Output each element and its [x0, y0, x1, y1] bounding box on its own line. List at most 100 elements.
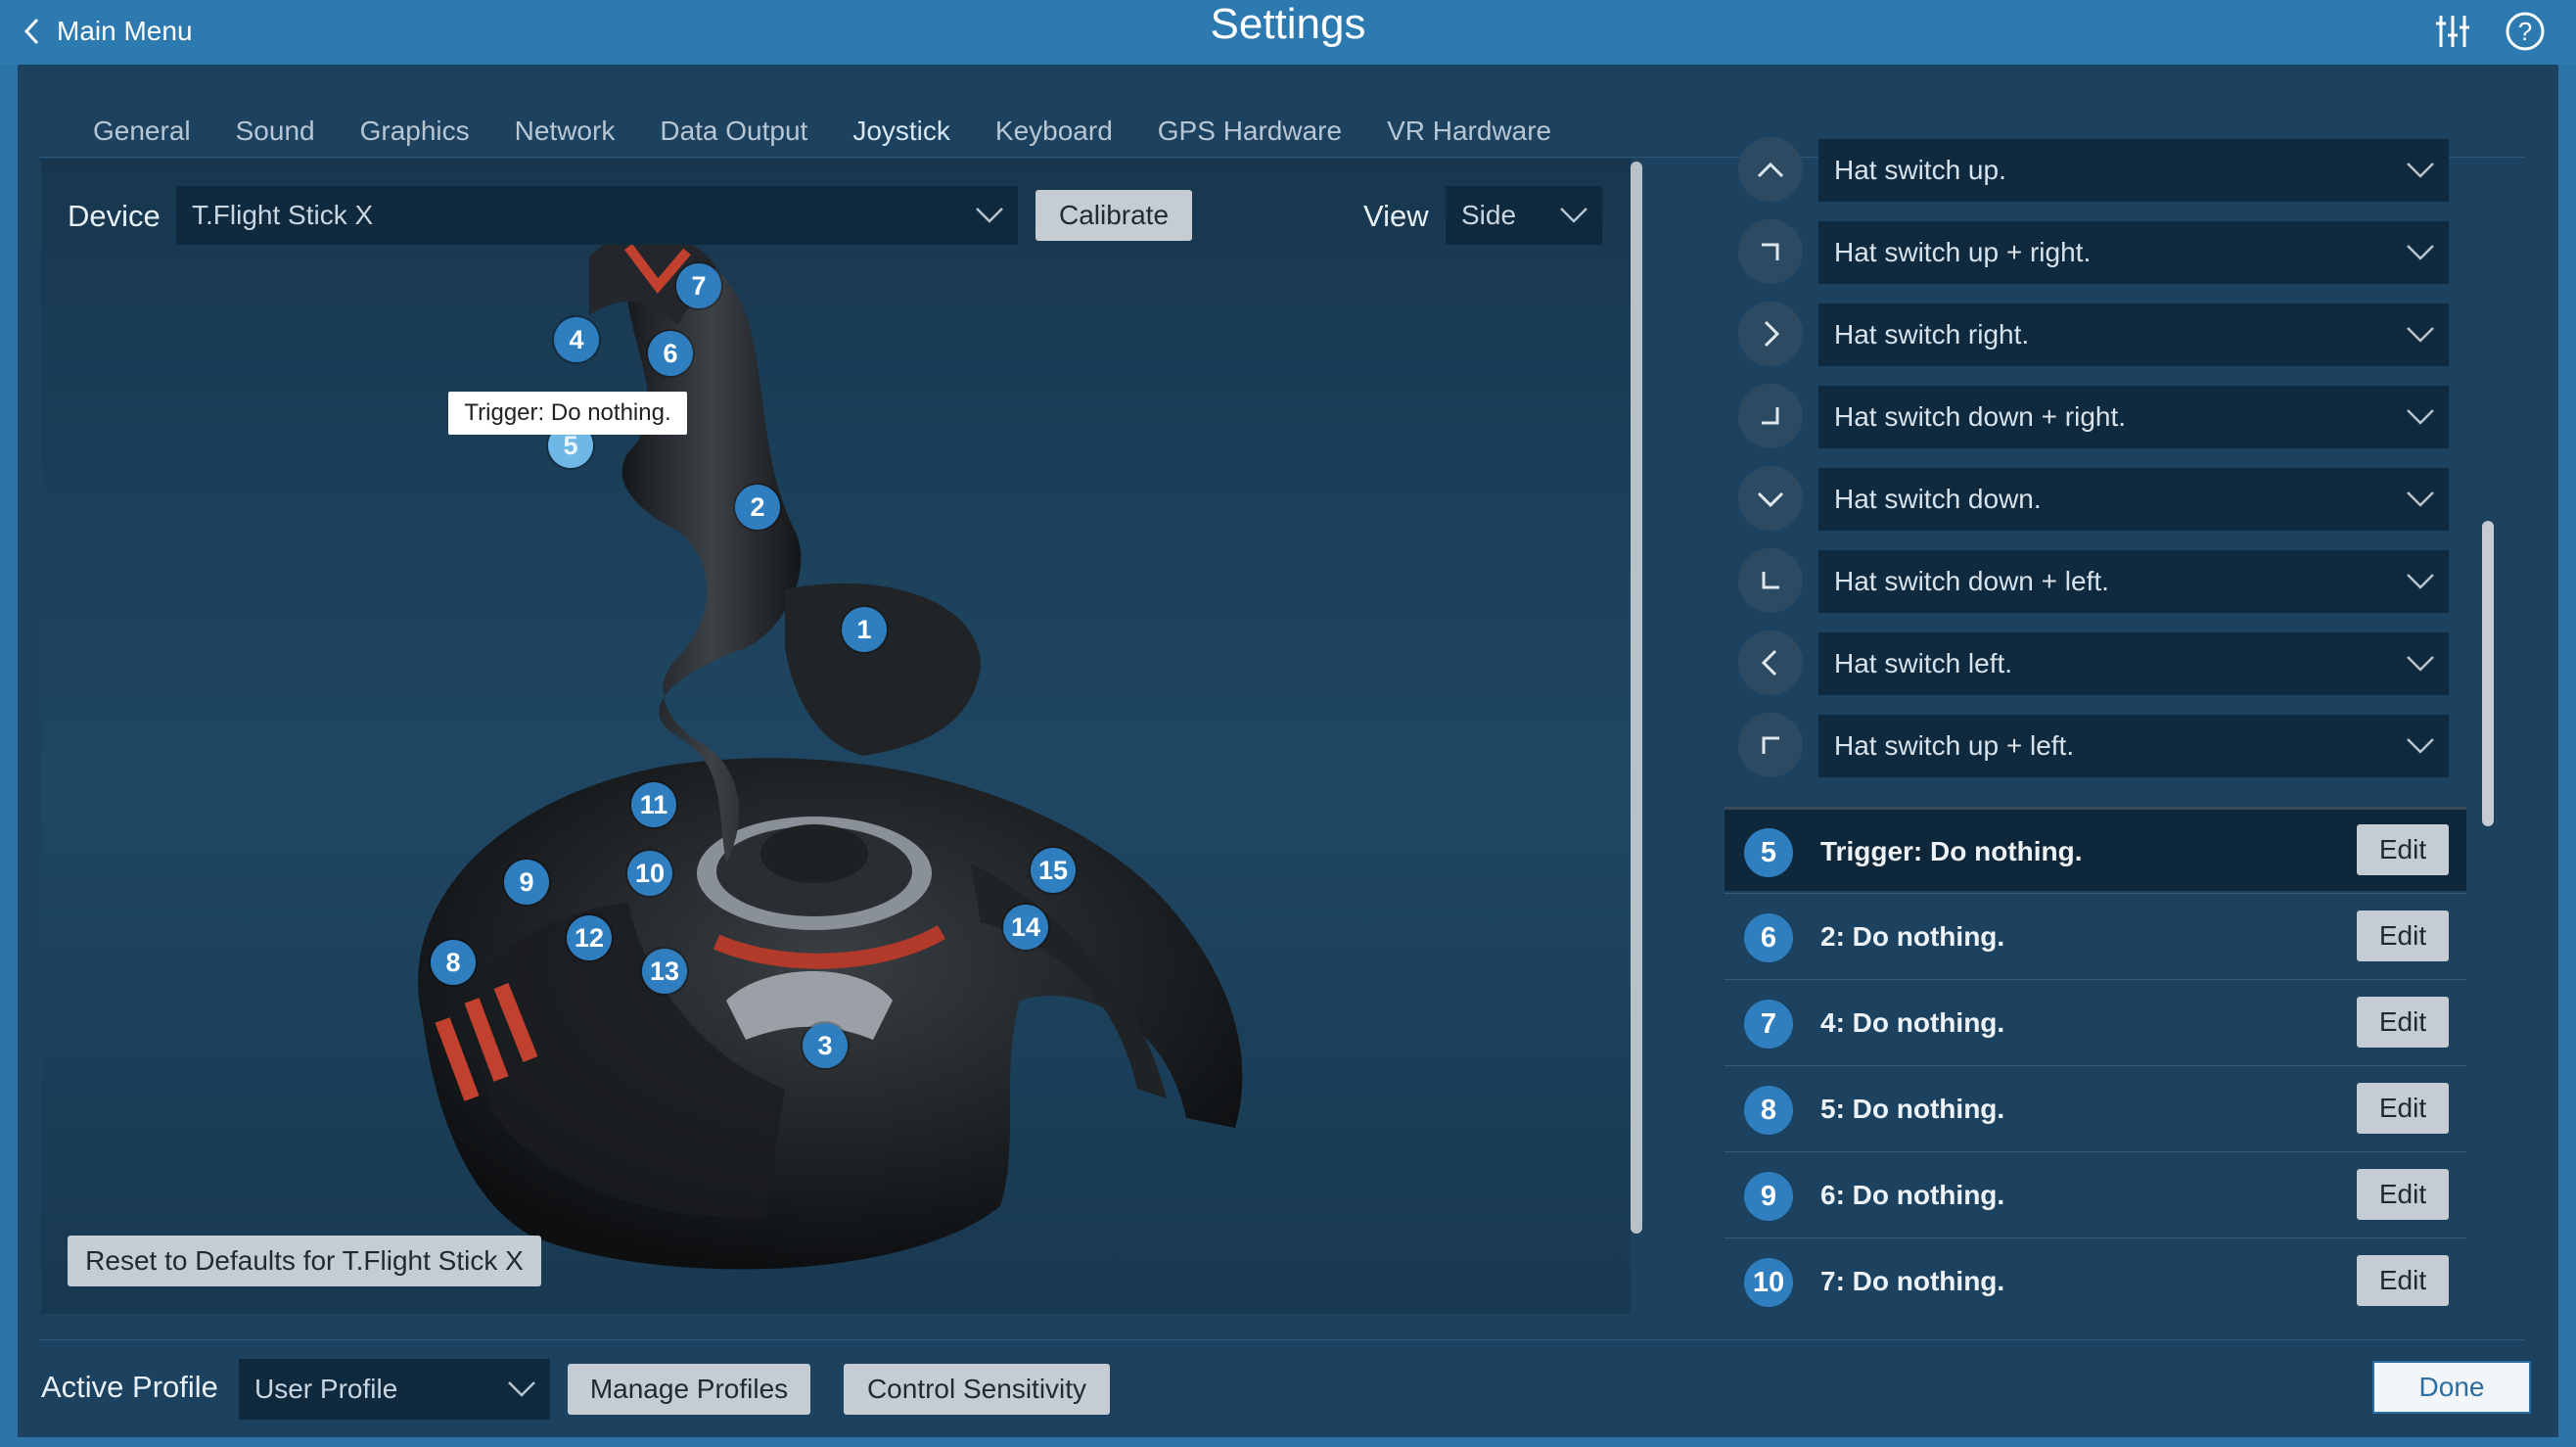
hat-down-right-button[interactable] — [1738, 384, 1803, 448]
pin-1[interactable]: 1 — [842, 607, 887, 652]
pin-12[interactable]: 12 — [567, 915, 612, 960]
reset-defaults-button[interactable]: Reset to Defaults for T.Flight Stick X — [68, 1236, 541, 1286]
assignment-row[interactable]: 10 7: Do nothing. — [1725, 1239, 2466, 1324]
calibrate-button[interactable]: Calibrate — [1035, 190, 1192, 241]
assignment-text: 4: Do nothing. — [1820, 1007, 2005, 1038]
help-icon[interactable]: ? — [2504, 10, 2547, 53]
edit-button[interactable]: Edit — [2357, 1083, 2449, 1134]
chevron-down-icon — [2407, 163, 2434, 178]
chevron-down-icon — [2407, 245, 2434, 260]
control-sensitivity-button[interactable]: Control Sensitivity — [844, 1364, 1110, 1415]
hat-row-left: Hat switch left. — [1738, 630, 2453, 695]
assignment-row[interactable]: 8 5: Do nothing. — [1725, 1067, 2466, 1151]
edit-button[interactable]: Edit — [2357, 1169, 2449, 1220]
assignment-text: 2: Do nothing. — [1820, 921, 2005, 952]
hat-right-value: Hat switch right. — [1834, 319, 2030, 350]
hat-left-select[interactable]: Hat switch left. — [1818, 632, 2449, 695]
hat-down-left-select[interactable]: Hat switch down + left. — [1818, 550, 2449, 613]
row-divider — [1725, 893, 2466, 894]
hat-row-up-left: Hat switch up + left. — [1738, 713, 2453, 777]
view-label: View — [1363, 199, 1429, 233]
hat-row-right: Hat switch right. — [1738, 302, 2453, 366]
corner-down-right-icon — [1762, 407, 1779, 425]
corner-up-right-icon — [1762, 243, 1779, 260]
pin-7[interactable]: 7 — [676, 263, 721, 308]
pin-2[interactable]: 2 — [735, 485, 780, 530]
svg-text:?: ? — [2518, 17, 2532, 46]
pin-3[interactable]: 3 — [803, 1023, 848, 1068]
pin-4[interactable]: 4 — [554, 317, 599, 362]
pin-9[interactable]: 9 — [504, 860, 549, 905]
sliders-icon[interactable] — [2431, 10, 2474, 53]
pin-6[interactable]: 6 — [648, 331, 693, 376]
hat-up-right-select[interactable]: Hat switch up + right. — [1818, 221, 2449, 284]
view-select[interactable]: Side — [1446, 186, 1602, 245]
pin-15[interactable]: 15 — [1031, 848, 1076, 893]
manage-profiles-button[interactable]: Manage Profiles — [568, 1364, 810, 1415]
hat-row-down-left: Hat switch down + left. — [1738, 548, 2453, 613]
viewer-scrollbar[interactable] — [1631, 162, 1642, 1234]
hat-row-up-right: Hat switch up + right. — [1738, 219, 2453, 284]
hat-down-left-value: Hat switch down + left. — [1834, 566, 2109, 596]
done-button[interactable]: Done — [2372, 1361, 2531, 1414]
chevron-down-icon — [2407, 738, 2434, 754]
joystick-viewer: 1 2 3 4 5 6 7 8 9 10 11 12 13 14 15 — [41, 159, 1631, 1314]
hat-up-right-button[interactable] — [1738, 219, 1803, 284]
profile-select-value: User Profile — [254, 1374, 398, 1404]
assignment-text: 6: Do nothing. — [1820, 1180, 2005, 1210]
assignment-row[interactable]: 5 Trigger: Do nothing. — [1725, 807, 2466, 891]
hat-right-select[interactable]: Hat switch right. — [1818, 303, 2449, 366]
assignment-row[interactable]: 7 4: Do nothing. — [1725, 981, 2466, 1065]
chevron-down-icon — [2407, 574, 2434, 589]
device-select[interactable]: T.Flight Stick X — [176, 186, 1018, 245]
hat-left-value: Hat switch left. — [1834, 648, 2013, 678]
pin-8[interactable]: 8 — [431, 940, 476, 985]
edit-button[interactable]: Edit — [2357, 910, 2449, 961]
button-number-badge: 7 — [1744, 1000, 1793, 1049]
pin-14[interactable]: 14 — [1003, 905, 1048, 950]
hat-down-button[interactable] — [1738, 466, 1803, 531]
hat-up-left-select[interactable]: Hat switch up + left. — [1818, 715, 2449, 777]
profile-select[interactable]: User Profile — [239, 1359, 550, 1420]
corner-up-left-icon — [1762, 736, 1779, 754]
active-profile-label: Active Profile — [41, 1370, 218, 1404]
chevron-down-icon — [508, 1381, 535, 1397]
device-select-value: T.Flight Stick X — [192, 200, 374, 230]
assignment-row[interactable]: 9 6: Do nothing. — [1725, 1153, 2466, 1237]
pin-10[interactable]: 10 — [627, 851, 672, 896]
assignment-row[interactable]: 6 2: Do nothing. — [1725, 895, 2466, 979]
assignment-text: 5: Do nothing. — [1820, 1094, 2005, 1124]
page-title: Settings — [1210, 0, 1366, 48]
chevron-down-icon — [2407, 656, 2434, 672]
device-label: Device — [68, 199, 161, 233]
edit-button[interactable]: Edit — [2357, 1255, 2449, 1306]
button-number-badge: 6 — [1744, 913, 1793, 962]
pin-13[interactable]: 13 — [642, 949, 687, 994]
chevron-down-icon — [1560, 208, 1587, 223]
edit-button[interactable]: Edit — [2357, 824, 2449, 875]
hat-up-left-button[interactable] — [1738, 713, 1803, 777]
edit-button[interactable]: Edit — [2357, 997, 2449, 1048]
hat-left-button[interactable] — [1738, 630, 1803, 695]
assignments-scrollbar[interactable] — [2482, 521, 2494, 826]
assignment-text: Trigger: Do nothing. — [1820, 836, 2083, 866]
pin-11[interactable]: 11 — [631, 782, 676, 827]
row-divider — [1725, 1065, 2466, 1066]
hat-row-up: Hat switch up. — [1738, 137, 2453, 202]
hat-down-select[interactable]: Hat switch down. — [1818, 468, 2449, 531]
hat-down-left-button[interactable] — [1738, 548, 1803, 613]
row-divider — [1725, 979, 2466, 980]
assignment-text: 7: Do nothing. — [1820, 1266, 2005, 1296]
hat-up-right-value: Hat switch up + right. — [1834, 237, 2092, 267]
hat-up-select[interactable]: Hat switch up. — [1818, 139, 2449, 202]
hat-up-button[interactable] — [1738, 137, 1803, 202]
hat-up-value: Hat switch up. — [1834, 155, 2006, 185]
chevron-down-icon — [2407, 409, 2434, 425]
chevron-down-icon — [2407, 491, 2434, 507]
pin-tooltip: Trigger: Do nothing. — [448, 392, 687, 435]
button-number-badge: 5 — [1744, 828, 1793, 877]
view-select-value: Side — [1461, 200, 1517, 230]
hat-down-right-select[interactable]: Hat switch down + right. — [1818, 386, 2449, 448]
chevron-right-icon — [1764, 320, 1780, 348]
hat-right-button[interactable] — [1738, 302, 1803, 366]
